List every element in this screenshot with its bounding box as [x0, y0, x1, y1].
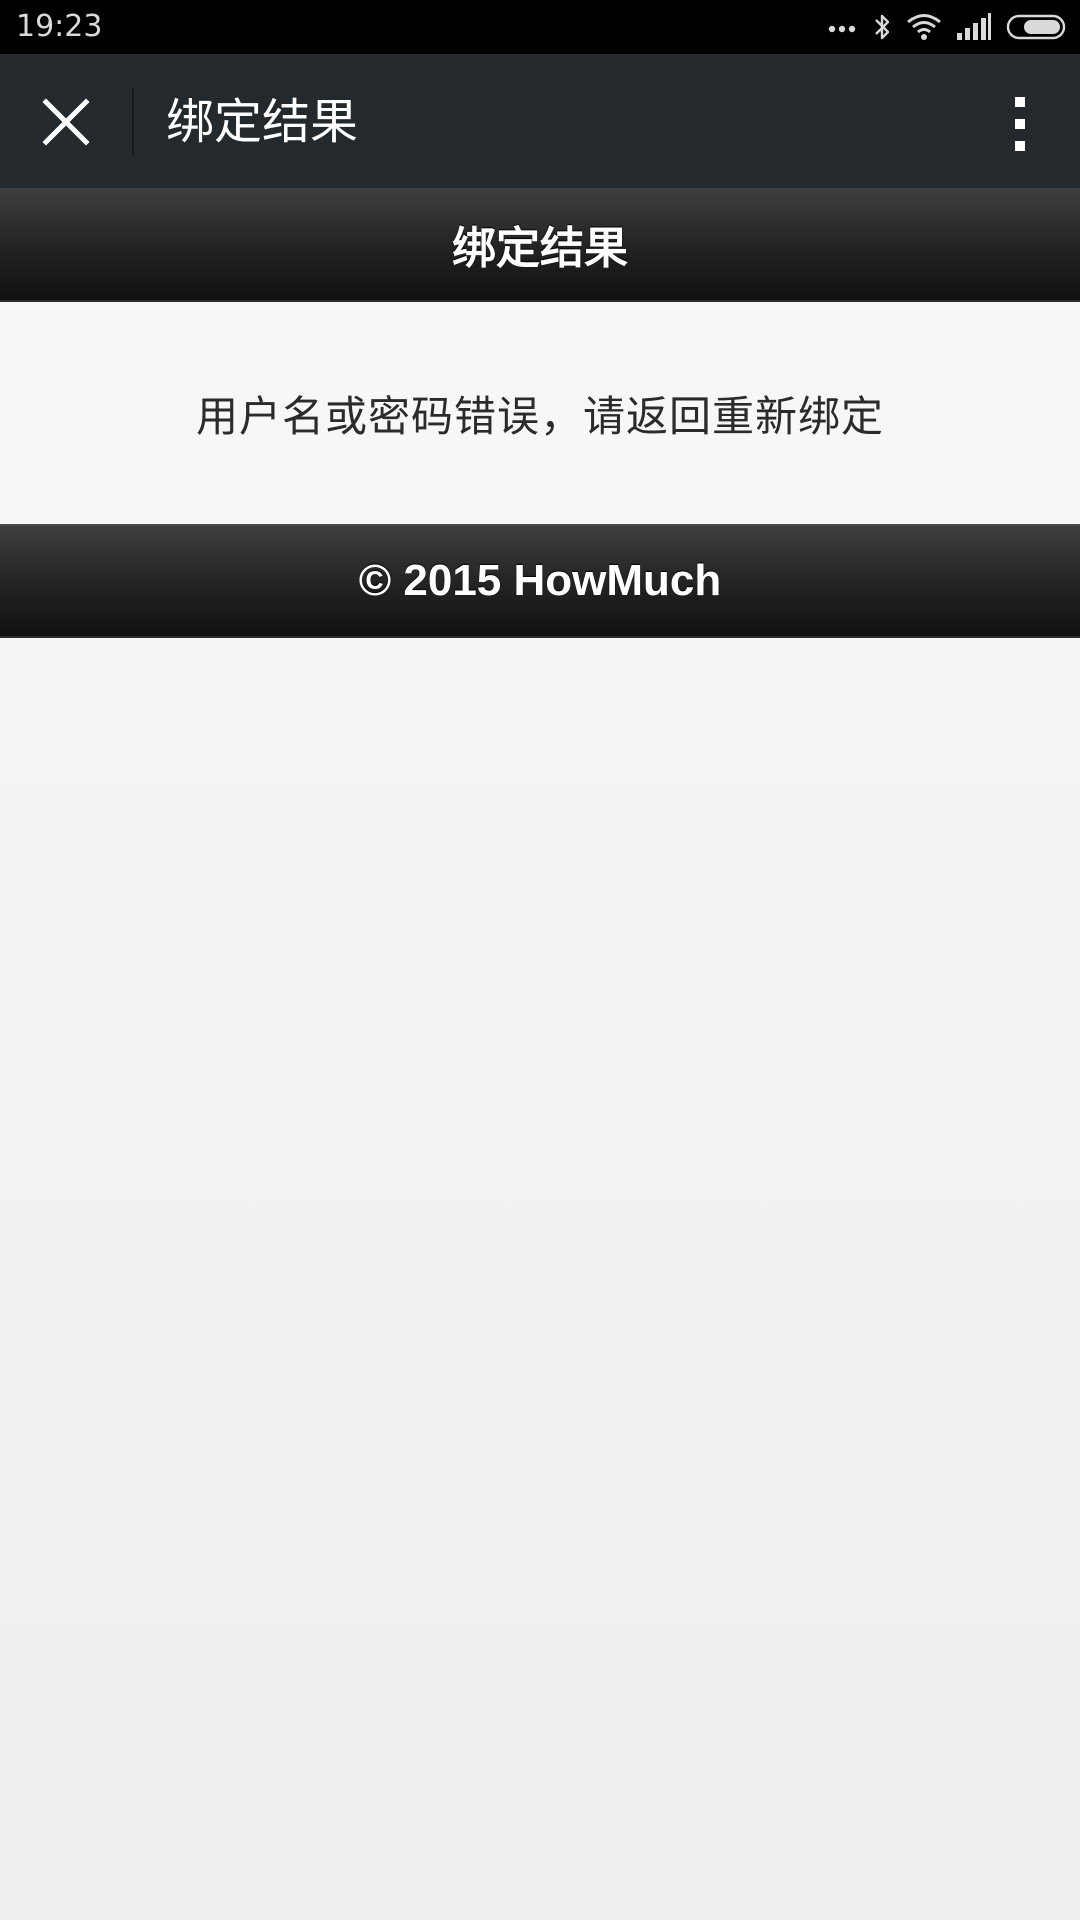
more-menu-button[interactable] [990, 84, 1050, 164]
app-bar-divider [132, 88, 134, 156]
copyright-text: © 2015 HowMuch [358, 556, 722, 605]
battery-icon [1006, 13, 1068, 41]
page-title: 绑定结果 [452, 223, 628, 274]
error-message: 用户名或密码错误，请返回重新绑定 [195, 391, 884, 441]
status-icons [828, 10, 1068, 44]
page-header: 绑定结果 [0, 188, 1080, 302]
bluetooth-icon [872, 12, 892, 42]
page-footer: © 2015 HowMuch [0, 524, 1080, 638]
content-area: 用户名或密码错误，请返回重新绑定 [0, 302, 1080, 524]
wifi-icon [906, 12, 942, 42]
signal-icon [956, 13, 992, 41]
app-bar-title: 绑定结果 [166, 94, 359, 150]
more-vertical-icon-dot [1015, 119, 1025, 129]
app-bar: 绑定结果 [0, 54, 1080, 188]
status-time: 19:23 [16, 9, 103, 44]
more-vertical-icon [1015, 97, 1025, 107]
close-icon [42, 98, 90, 150]
close-button[interactable] [28, 86, 104, 162]
page: 19:23 绑定结果 绑定结果 用户名或密码错误，请返回重新绑定 © 2015 … [0, 0, 1080, 1920]
more-dots-icon [828, 21, 858, 33]
more-vertical-icon-dot [1015, 141, 1025, 151]
status-bar: 19:23 [0, 0, 1080, 54]
